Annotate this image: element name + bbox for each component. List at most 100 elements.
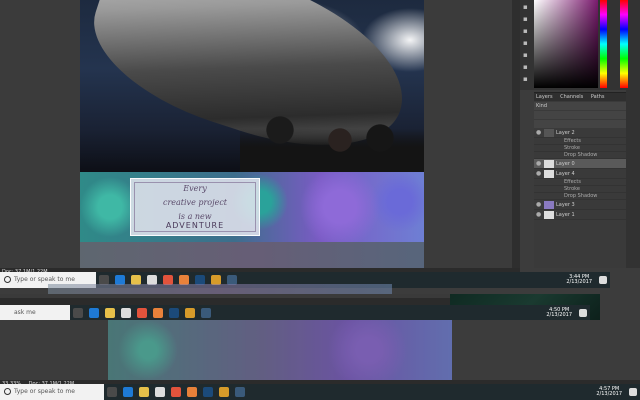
paragraph-icon[interactable]: ▪ <box>523 40 531 47</box>
eye-icon[interactable]: ● <box>536 159 541 169</box>
edge-icon[interactable] <box>89 308 99 318</box>
effect-label: Drop Shadow <box>564 193 598 199</box>
task-view-icon[interactable] <box>73 308 83 318</box>
clock[interactable]: 3:44 PM 2/13/2017 <box>566 275 592 285</box>
panel-scrollbar[interactable] <box>626 90 640 268</box>
store-icon[interactable] <box>155 387 165 397</box>
layer-item[interactable]: ● Layer 0 <box>534 159 640 169</box>
blend-mode-row[interactable] <box>534 111 640 119</box>
taskbar-2: ask me 4:50 PM 2/13/2017 <box>0 305 590 321</box>
illustrator-icon[interactable] <box>185 308 195 318</box>
adjust-icon[interactable]: ▪ <box>523 52 531 59</box>
lock-row[interactable] <box>534 120 640 128</box>
layer-label: Layer 4 <box>556 171 575 177</box>
quote-inner-border <box>134 182 256 232</box>
layer-thumbnail <box>544 160 554 168</box>
eye-icon[interactable]: ● <box>536 169 541 179</box>
layer-label: Layer 3 <box>556 202 575 208</box>
layer-item[interactable]: ● Layer 1 <box>534 210 640 220</box>
illustrator-icon[interactable] <box>219 387 229 397</box>
faded-banner-layer <box>80 242 424 268</box>
clock-date: 2/13/2017 <box>546 312 572 318</box>
filter-kind[interactable]: Kind <box>536 103 547 109</box>
notification-icon[interactable] <box>629 388 637 396</box>
layer-thumbnail <box>544 129 554 137</box>
layer-effect[interactable]: Drop Shadow <box>534 152 640 159</box>
explorer-icon[interactable] <box>139 387 149 397</box>
quote-box: Every creative project is a new ADVENTUR… <box>130 178 260 236</box>
properties-icon[interactable]: ▪ <box>523 76 531 83</box>
search-icon <box>4 388 11 395</box>
layer-effect[interactable]: Stroke <box>534 186 640 193</box>
chrome-icon[interactable] <box>137 308 147 318</box>
layer-item[interactable]: ● Layer 3 <box>534 200 640 210</box>
layer-label: Layer 1 <box>556 212 575 218</box>
color-field[interactable] <box>534 0 598 88</box>
swatch-icon[interactable]: ▪ <box>523 64 531 71</box>
effect-label: Stroke <box>564 186 580 192</box>
clock[interactable]: 4:50 PM 2/13/2017 <box>546 308 572 318</box>
layer-effect[interactable]: Effects <box>534 138 640 145</box>
history-icon[interactable]: ▪ <box>523 4 531 11</box>
task-view-icon[interactable] <box>107 387 117 397</box>
screen: Every creative project is a new ADVENTUR… <box>0 0 640 400</box>
clock[interactable]: 4:57 PM 2/13/2017 <box>596 387 622 397</box>
document-canvas[interactable]: Every creative project is a new ADVENTUR… <box>80 0 424 268</box>
app-icon[interactable] <box>201 308 211 318</box>
hue-slider[interactable] <box>600 0 607 88</box>
taskbar-3: Type or speak to me 4:57 PM 2/13/2017 <box>0 384 640 400</box>
firefox-icon[interactable] <box>187 387 197 397</box>
crowd-silhouettes <box>240 110 424 172</box>
panel-tools: ▪ ▪ ▪ ▪ ▪ ▪ ▪ <box>520 0 534 90</box>
layer-label: Layer 0 <box>556 161 575 167</box>
layer-label: Layer 2 <box>556 130 575 136</box>
succulent-canvas-lower[interactable] <box>108 320 452 380</box>
layer-filter-row[interactable]: Kind <box>534 102 640 110</box>
notification-icon[interactable] <box>579 309 587 317</box>
layer-effect[interactable]: Drop Shadow <box>534 193 640 200</box>
layer-thumbnail <box>544 211 554 219</box>
succulent-banner: Every creative project is a new ADVENTUR… <box>80 172 424 242</box>
app-icon[interactable] <box>235 387 245 397</box>
layer-item[interactable]: ● Layer 4 <box>534 169 640 179</box>
clock-date: 2/13/2017 <box>566 279 592 285</box>
layer-item[interactable]: ● Layer 2 <box>534 128 640 138</box>
panel-divider <box>512 0 520 268</box>
shuttle-photo <box>80 0 424 172</box>
layer-thumbnail <box>544 201 554 209</box>
tab-channels[interactable]: Channels <box>560 94 583 100</box>
effect-label: Stroke <box>564 145 580 151</box>
photoshop-icon[interactable] <box>169 308 179 318</box>
chrome-icon[interactable] <box>171 387 181 397</box>
clock-date: 2/13/2017 <box>596 391 622 397</box>
photoshop-icon[interactable] <box>203 387 213 397</box>
layer-effect[interactable]: Effects <box>534 179 640 186</box>
effect-label: Effects <box>564 179 581 185</box>
eye-icon[interactable]: ● <box>536 210 541 220</box>
explorer-icon[interactable] <box>105 308 115 318</box>
search-box[interactable]: Type or speak to me <box>0 384 104 400</box>
system-tray: 4:50 PM 2/13/2017 <box>542 305 590 321</box>
color-panel <box>534 0 640 90</box>
hue-slider-secondary[interactable] <box>620 0 628 88</box>
system-tray: 4:57 PM 2/13/2017 <box>592 384 640 400</box>
tab-layers[interactable]: Layers <box>536 94 553 100</box>
search-icon <box>4 276 11 283</box>
character-icon[interactable]: ▪ <box>523 28 531 35</box>
system-tray: 3:44 PM 2/13/2017 <box>562 272 610 288</box>
firefox-icon[interactable] <box>153 308 163 318</box>
search-box[interactable]: ask me <box>0 305 70 321</box>
photoshop-canvas-area: Every creative project is a new ADVENTUR… <box>0 0 520 268</box>
layer-effect[interactable]: Stroke <box>534 145 640 152</box>
layers-panel: Layers Channels Paths Kind ● Layer 2 Effe… <box>534 92 640 268</box>
tab-paths[interactable]: Paths <box>591 94 605 100</box>
store-icon[interactable] <box>121 308 131 318</box>
eye-icon[interactable]: ● <box>536 128 541 138</box>
search-placeholder: ask me <box>14 309 36 316</box>
notification-icon[interactable] <box>599 276 607 284</box>
eye-icon[interactable]: ● <box>536 200 541 210</box>
search-placeholder: Type or speak to me <box>14 276 75 283</box>
effect-label: Effects <box>564 138 581 144</box>
brush-icon[interactable]: ▪ <box>523 16 531 23</box>
edge-icon[interactable] <box>123 387 133 397</box>
